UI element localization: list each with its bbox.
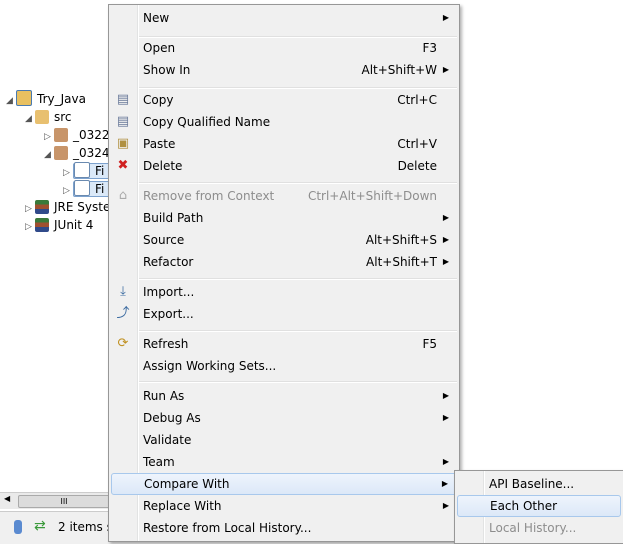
package-icon — [54, 146, 68, 160]
compare-with-submenu: API Baseline... Each Other Local History… — [454, 470, 623, 544]
menu-item-debug-as[interactable]: Debug As ▶ — [111, 407, 457, 429]
expand-icon[interactable]: ▷ — [25, 218, 35, 236]
tree-label: src — [54, 110, 72, 124]
menu-item-copy[interactable]: ▤ Copy Ctrl+C — [111, 89, 457, 111]
menu-item-open[interactable]: Open F3 — [111, 37, 457, 59]
collapse-icon[interactable]: ◢ — [44, 146, 54, 164]
menu-item-export[interactable]: ⤴ Export... — [111, 303, 457, 325]
java-project-icon — [16, 90, 32, 106]
tree-label: Fi — [95, 164, 105, 178]
menu-item-copy-qualified-name[interactable]: ▤ Copy Qualified Name — [111, 111, 457, 133]
java-file-icon — [74, 162, 90, 178]
menu-item-import[interactable]: ⤓ Import... — [111, 281, 457, 303]
collapse-icon[interactable]: ◢ — [25, 110, 35, 128]
menu-item-run-as[interactable]: Run As ▶ — [111, 385, 457, 407]
java-file-icon — [74, 180, 90, 196]
export-icon: ⤴ — [116, 306, 130, 321]
tree-label: JUnit 4 — [54, 218, 94, 232]
sync-icon[interactable]: ⇄ — [34, 518, 46, 534]
submenu-arrow-icon: ▶ — [441, 479, 448, 488]
tree-label: JRE Syster — [54, 200, 116, 214]
tree-item-0324[interactable]: ◢ _0324 — [44, 144, 110, 162]
menu-item-source[interactable]: Source Alt+Shift+S ▶ — [111, 229, 457, 251]
tree-item-0322[interactable]: ▷ _0322 — [44, 126, 110, 144]
submenu-arrow-icon: ▶ — [442, 213, 449, 222]
delete-icon: ✖ — [117, 158, 129, 173]
refresh-icon: ⟳ — [117, 336, 129, 351]
menu-item-build-path[interactable]: Build Path ▶ — [111, 207, 457, 229]
tree-label: Try_Java — [37, 92, 86, 106]
menu-item-team[interactable]: Team ▶ — [111, 451, 457, 473]
collapse-icon[interactable]: ◢ — [6, 92, 16, 110]
tree-item-try-java[interactable]: ◢ Try_Java — [6, 90, 86, 108]
tree-label: _0324 — [73, 146, 110, 160]
submenu-arrow-icon: ▶ — [442, 65, 449, 74]
submenu-item-api-baseline[interactable]: API Baseline... — [457, 473, 621, 495]
scrollbar-thumb[interactable]: III — [18, 495, 110, 508]
tree-item-jre[interactable]: ▷ JRE Syster — [25, 198, 115, 216]
submenu-arrow-icon: ▶ — [442, 13, 449, 22]
submenu-arrow-icon: ▶ — [442, 235, 449, 244]
context-menu: New ▶ Open F3 Show In Alt+Shift+W ▶ ▤ Copy Ctr… — [108, 4, 460, 542]
submenu-arrow-icon: ▶ — [442, 457, 449, 466]
paste-icon: ▣ — [116, 136, 130, 151]
menu-item-compare-with[interactable]: Compare With ▶ — [111, 473, 457, 495]
menu-item-validate[interactable]: Validate — [111, 429, 457, 451]
library-icon — [35, 218, 49, 232]
submenu-arrow-icon: ▶ — [442, 501, 449, 510]
copy-icon: ▤ — [116, 92, 130, 107]
remove-context-icon: ⌂ — [118, 188, 128, 203]
database-icon[interactable] — [14, 520, 22, 534]
menu-item-assign-working-sets[interactable]: Assign Working Sets... — [111, 355, 457, 377]
tree-item-src[interactable]: ◢ src — [25, 108, 72, 126]
menu-item-show-in[interactable]: Show In Alt+Shift+W ▶ — [111, 59, 457, 81]
scroll-left-icon[interactable]: ◀ — [4, 494, 10, 503]
tree-label: _0322 — [73, 128, 110, 142]
submenu-arrow-icon: ▶ — [442, 413, 449, 422]
tree-label: Fi — [95, 182, 105, 196]
source-folder-icon — [35, 110, 49, 124]
submenu-item-local-history: Local History... — [489, 521, 577, 535]
tree-item-junit[interactable]: ▷ JUnit 4 — [25, 216, 93, 234]
menu-item-remove-from-context: ⌂ Remove from Context Ctrl+Alt+Shift+Down — [111, 185, 457, 207]
import-icon: ⤓ — [120, 284, 126, 299]
menu-item-new[interactable]: New ▶ — [111, 7, 457, 29]
copy-qualified-name-icon: ▤ — [116, 114, 130, 129]
library-icon — [35, 200, 49, 214]
menu-item-delete[interactable]: ✖ Delete Delete — [111, 155, 457, 177]
package-icon — [54, 128, 68, 142]
submenu-item-each-other[interactable]: Each Other — [457, 495, 621, 517]
horizontal-scrollbar[interactable]: ◀ III — [0, 492, 110, 509]
menu-item-refactor[interactable]: Refactor Alt+Shift+T ▶ — [111, 251, 457, 273]
menu-item-restore-from-local-history[interactable]: Restore from Local History... — [111, 517, 457, 539]
menu-item-replace-with[interactable]: Replace With ▶ — [111, 495, 457, 517]
menu-item-paste[interactable]: ▣ Paste Ctrl+V — [111, 133, 457, 155]
submenu-arrow-icon: ▶ — [442, 391, 449, 400]
menu-item-refresh[interactable]: ⟳ Refresh F5 — [111, 333, 457, 355]
submenu-arrow-icon: ▶ — [442, 257, 449, 266]
